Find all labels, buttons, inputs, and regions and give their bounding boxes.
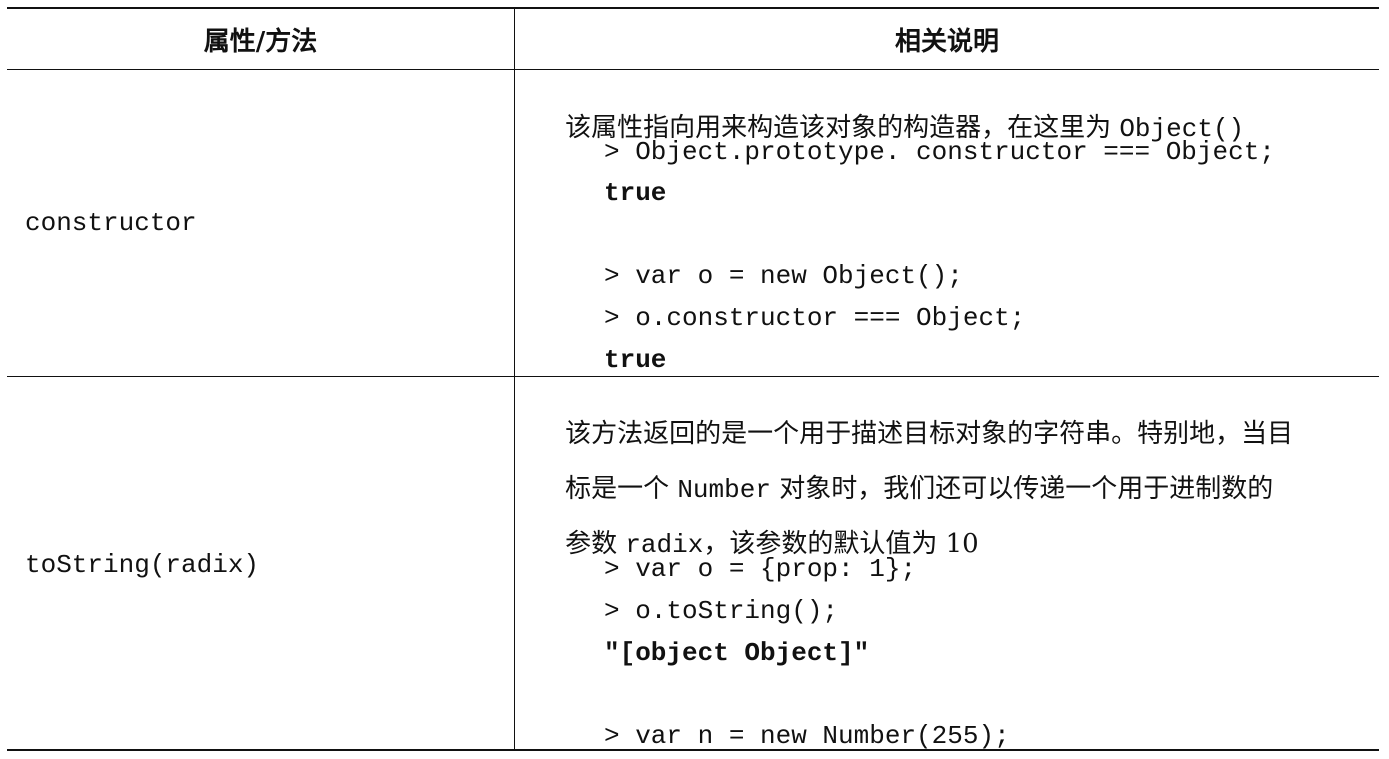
code-result: "[object Object]" xyxy=(604,638,870,668)
code-line: > o.constructor === Object; xyxy=(604,303,1026,333)
code-line: > var o = new Object(); xyxy=(604,261,963,291)
description-text: 标是一个 xyxy=(565,474,678,504)
code-line: > o.toString(); xyxy=(604,596,839,626)
code-line: > var n = new Number(255); xyxy=(604,721,1010,751)
property-name-constructor: constructor xyxy=(25,208,197,238)
description-text: 该方法返回的是一个用于描述目标对象的字符串。特别地，当目 xyxy=(565,419,1294,449)
header-description: 相关说明 xyxy=(894,26,999,57)
row-divider xyxy=(7,376,1379,377)
code-line: > var o = {prop: 1}; xyxy=(604,554,917,584)
header-property-method: 属性/方法 xyxy=(203,26,318,57)
description-text: 对象时，我们还可以传递一个用于进制数的 xyxy=(770,474,1274,504)
description-code: Number xyxy=(677,475,771,505)
code-result: true xyxy=(604,345,667,375)
header-row-divider xyxy=(7,69,1379,70)
code-result: true xyxy=(604,178,667,208)
column-divider xyxy=(514,9,515,749)
code-line: > Object.prototype. constructor === Obje… xyxy=(604,137,1275,167)
property-name-tostring: toString(radix) xyxy=(25,550,260,580)
property-table: 属性/方法 相关说明 constructor 该属性指向用来构造该对象的构造器，… xyxy=(7,7,1379,751)
